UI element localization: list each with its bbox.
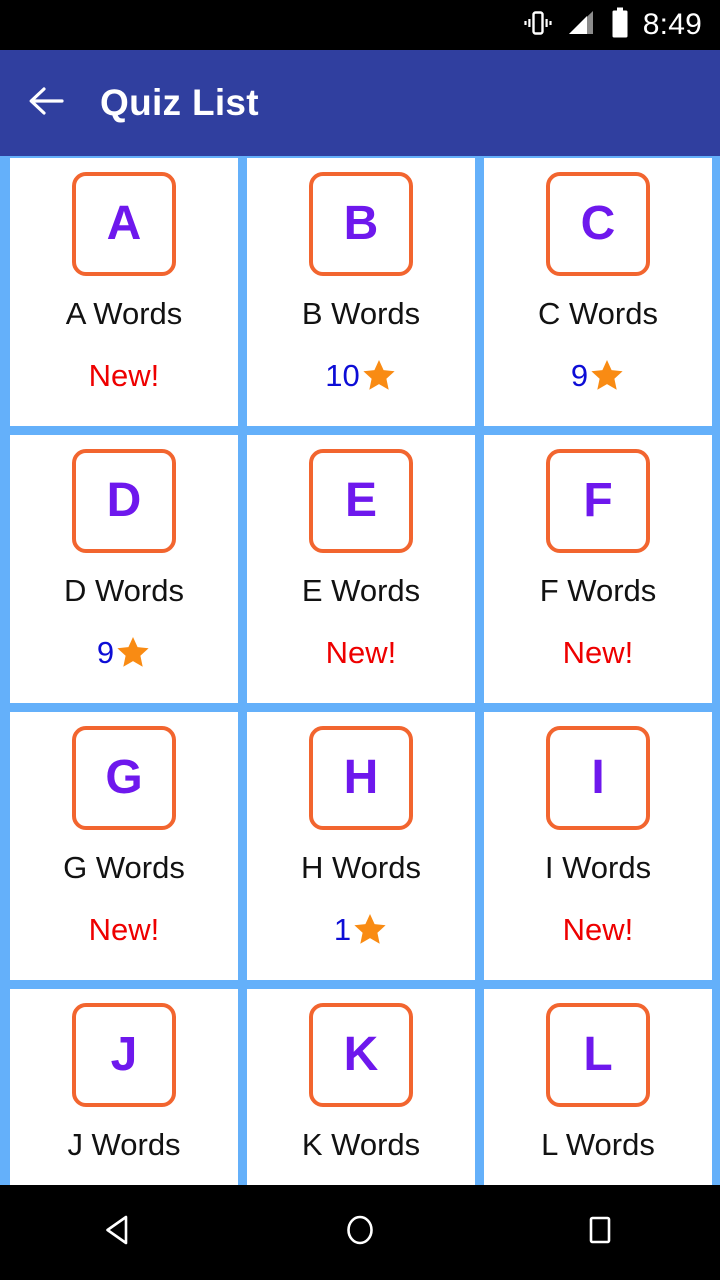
card-title: E Words	[301, 573, 421, 608]
letter-tile: I	[546, 726, 650, 830]
status-badge: New!	[89, 908, 160, 950]
battery-icon	[611, 7, 629, 44]
quiz-card-l[interactable]: L L Words	[484, 989, 712, 1185]
quiz-card-i[interactable]: I I Words New!	[484, 712, 712, 980]
score-value: 10	[325, 357, 360, 393]
quiz-card-k[interactable]: K K Words	[247, 989, 475, 1185]
page-title: Quiz List	[100, 82, 259, 123]
vibrate-icon	[523, 8, 553, 43]
score-value: 9	[96, 634, 115, 670]
card-title: L Words	[541, 1127, 655, 1162]
status-badge: New!	[89, 354, 160, 396]
letter-glyph: C	[580, 197, 616, 250]
letter-glyph: B	[343, 197, 379, 250]
letter-tile: E	[309, 449, 413, 553]
new-label: New!	[325, 634, 397, 670]
quiz-card-h[interactable]: H H Words 1	[247, 712, 475, 980]
letter-tile: A	[72, 172, 176, 276]
letter-glyph: F	[583, 474, 613, 527]
status-badge: 9	[571, 354, 625, 396]
star-icon	[363, 360, 395, 390]
triangle-back-icon	[100, 1210, 140, 1255]
quiz-card-c[interactable]: C C Words 9	[484, 158, 712, 426]
quiz-grid-container[interactable]: A A Words New! B B Words 10 C C Words 9 D D Words 9…	[0, 156, 720, 1185]
nav-recents-button[interactable]	[525, 1185, 675, 1280]
signal-icon	[567, 8, 597, 43]
quiz-card-f[interactable]: F F Words New!	[484, 435, 712, 703]
quiz-card-j[interactable]: J J Words	[10, 989, 238, 1185]
navigation-bar	[0, 1185, 720, 1280]
card-title: A Words	[65, 296, 183, 331]
status-badge: 9	[97, 631, 151, 673]
letter-glyph: L	[583, 1028, 613, 1081]
letter-glyph: D	[106, 474, 142, 527]
square-recents-icon	[580, 1210, 620, 1255]
back-button[interactable]	[0, 50, 92, 156]
new-label: New!	[562, 634, 634, 670]
card-title: D Words	[63, 573, 184, 608]
letter-glyph: J	[110, 1028, 138, 1081]
quiz-card-g[interactable]: G G Words New!	[10, 712, 238, 980]
app-bar: Quiz List	[0, 50, 720, 156]
status-badge: 1	[334, 908, 388, 950]
card-title: C Words	[537, 296, 658, 331]
letter-tile: H	[309, 726, 413, 830]
new-label: New!	[562, 911, 634, 947]
status-badge: New!	[563, 908, 634, 950]
nav-home-button[interactable]	[285, 1185, 435, 1280]
letter-glyph: H	[343, 751, 379, 804]
status-bar: 8:49	[0, 0, 720, 50]
card-title: K Words	[301, 1127, 421, 1162]
star-icon	[117, 637, 149, 667]
star-icon	[591, 360, 623, 390]
letter-tile: J	[72, 1003, 176, 1107]
new-label: New!	[88, 911, 160, 947]
letter-tile: G	[72, 726, 176, 830]
phone-screen: 8:49 Quiz List AA Words New! B B Words 10 C C …	[0, 0, 720, 1280]
letter-tile: K	[309, 1003, 413, 1107]
letter-tile: L	[546, 1003, 650, 1107]
card-title: F Words	[539, 573, 657, 608]
card-title: I Words	[544, 850, 652, 885]
star-icon	[354, 914, 386, 944]
score-value: 1	[333, 911, 352, 947]
status-clock: 8:49	[642, 8, 702, 41]
letter-glyph: G	[105, 751, 143, 804]
status-badge: New!	[326, 631, 397, 673]
letter-tile: B	[309, 172, 413, 276]
card-title: G Words	[63, 850, 185, 885]
letter-tile: D	[72, 449, 176, 553]
card-title: H Words	[300, 850, 421, 885]
card-title: J Words	[67, 1127, 181, 1162]
letter-tile: F	[546, 449, 650, 553]
letter-glyph: E	[344, 474, 377, 527]
status-badge: New!	[563, 631, 634, 673]
circle-home-icon	[340, 1210, 380, 1255]
score-value: 9	[570, 357, 589, 393]
quiz-card-b[interactable]: B B Words 10	[247, 158, 475, 426]
quiz-card-d[interactable]: D D Words 9	[10, 435, 238, 703]
quiz-card-e[interactable]: E E Words New!	[247, 435, 475, 703]
letter-glyph: A	[106, 197, 142, 250]
letter-glyph: K	[343, 1028, 379, 1081]
letter-glyph: I	[591, 751, 605, 804]
card-title: B Words	[301, 296, 421, 331]
status-badge: 10	[325, 354, 396, 396]
quiz-grid: A A Words New! B B Words 10 C C Words 9 D D Words 9…	[10, 158, 712, 1185]
arrow-left-icon	[24, 79, 68, 128]
letter-tile: C	[546, 172, 650, 276]
quiz-card-a[interactable]: A A Words New!	[10, 158, 238, 426]
nav-back-button[interactable]	[45, 1185, 195, 1280]
new-label: New!	[88, 357, 160, 393]
